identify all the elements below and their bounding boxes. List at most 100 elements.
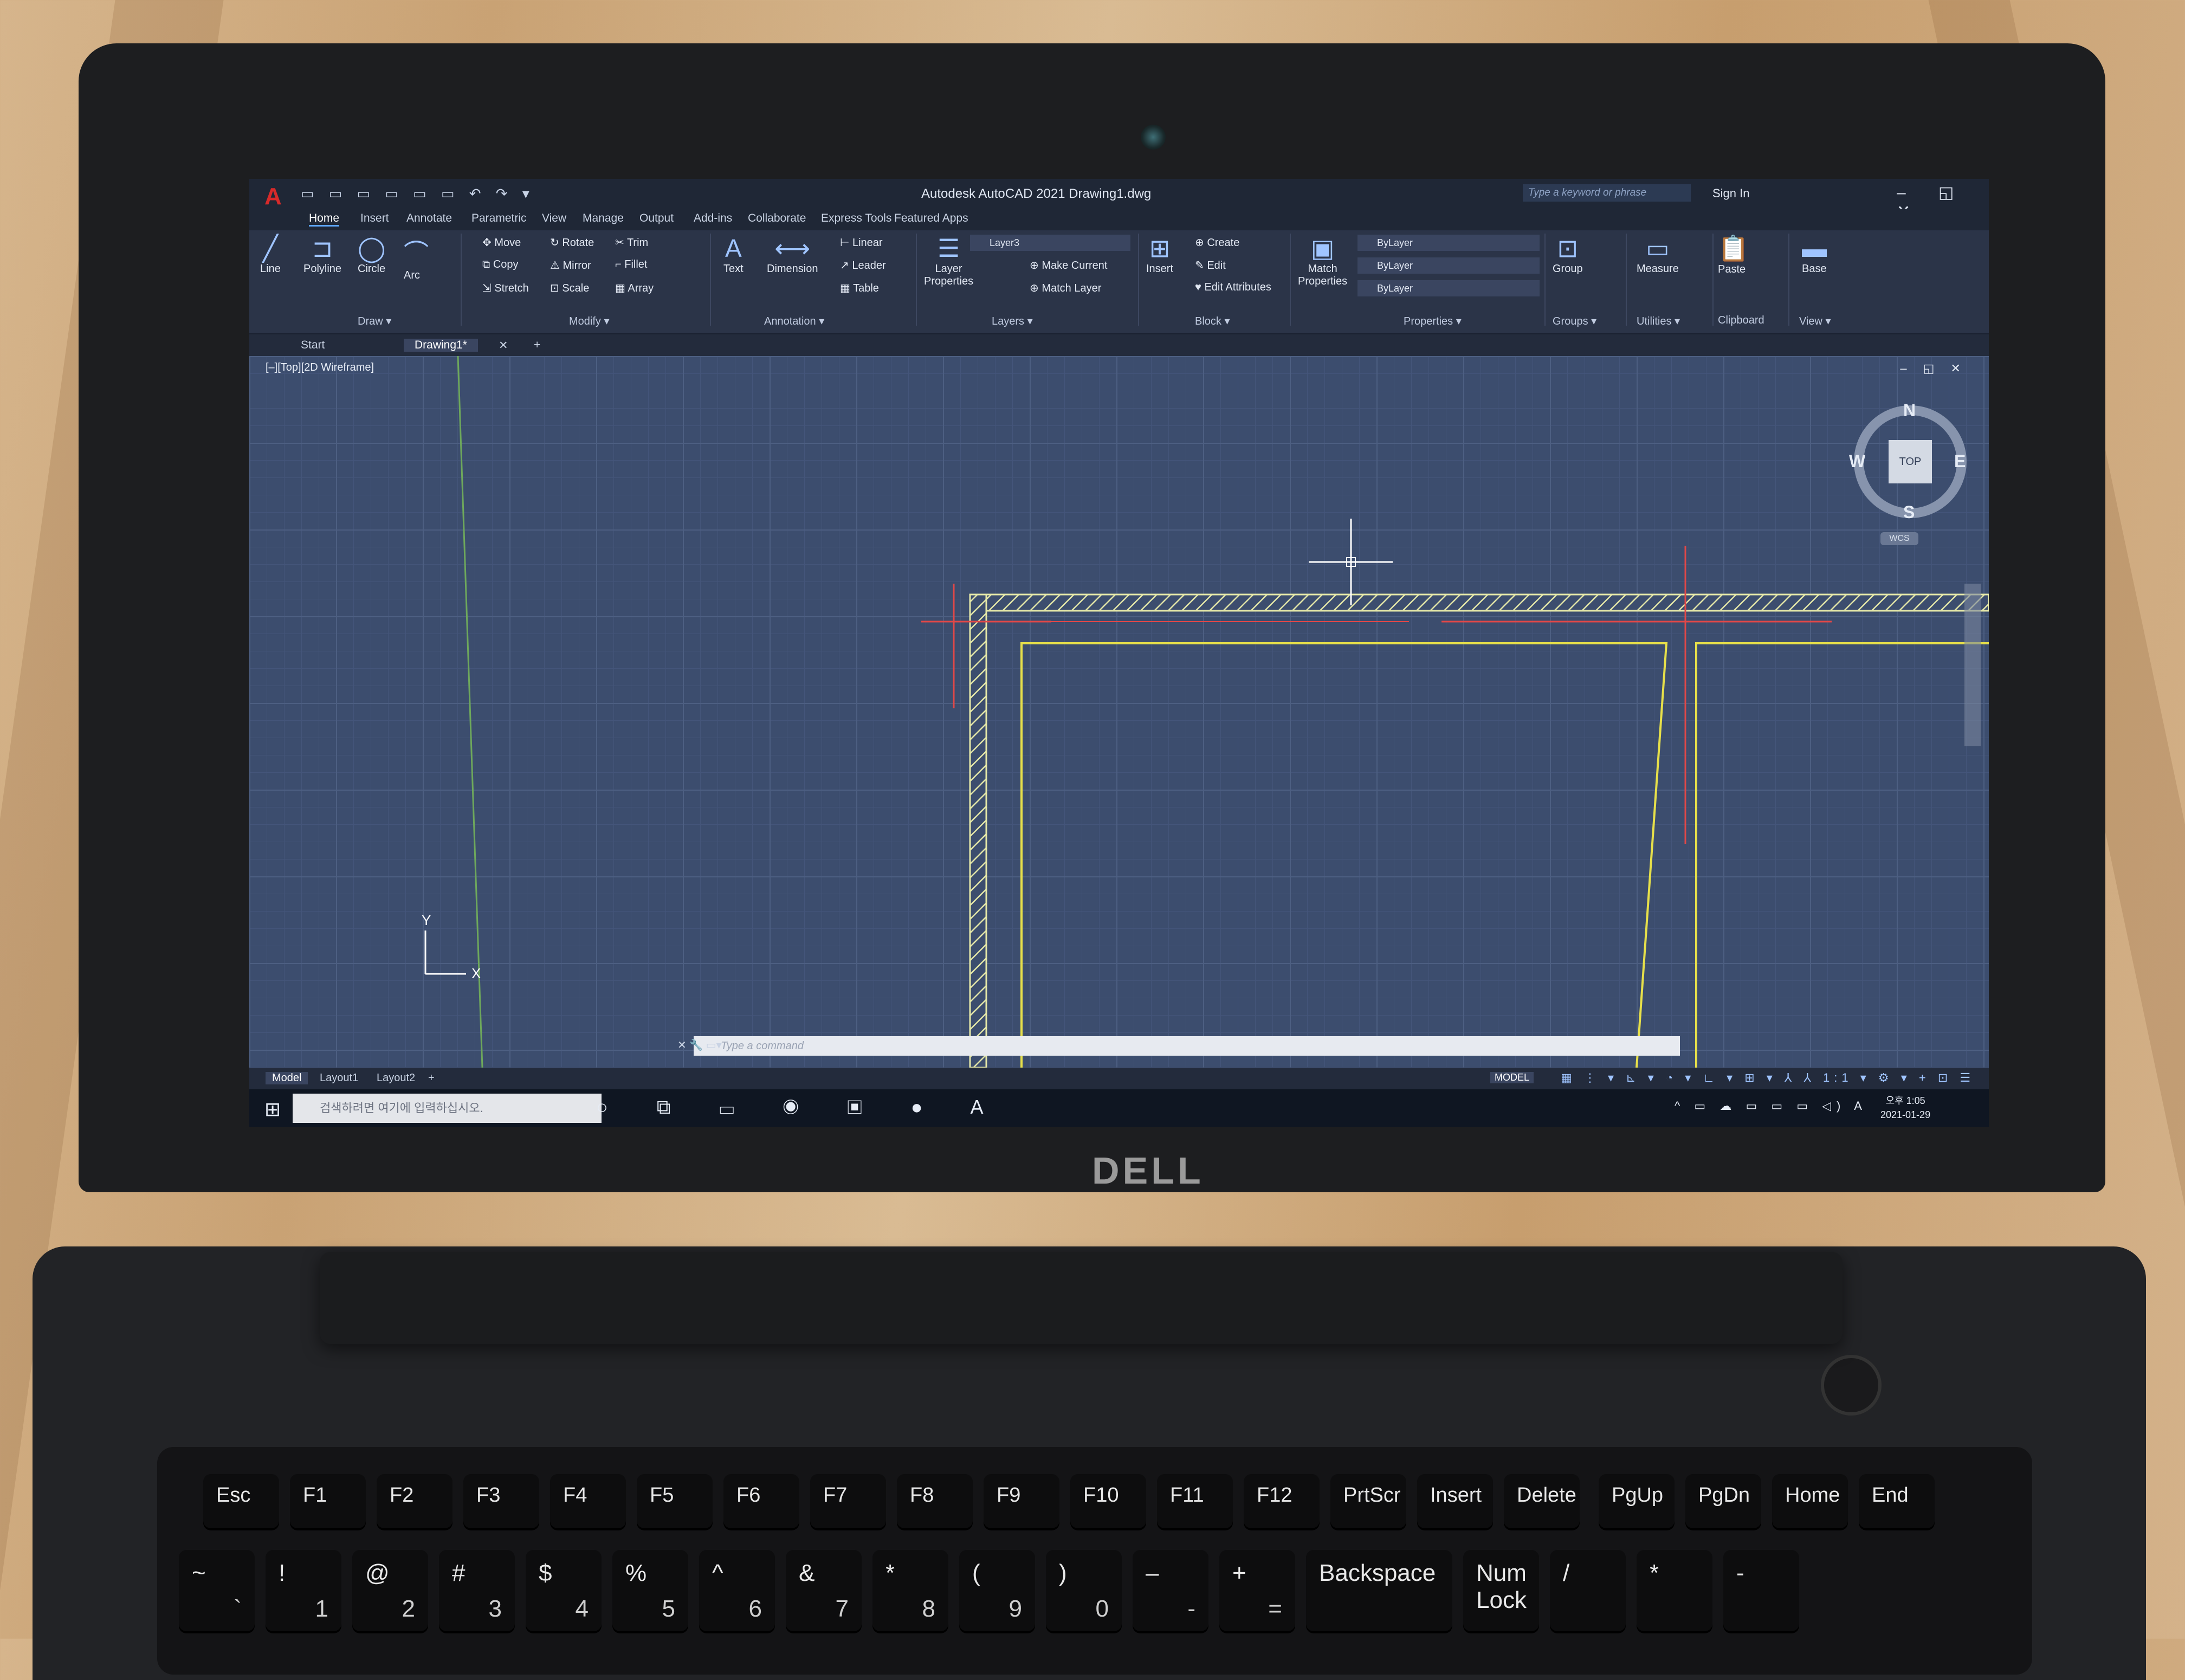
layout-tab-model[interactable]: Model: [266, 1072, 308, 1084]
key-f4[interactable]: F4: [550, 1474, 626, 1528]
key-row2-15[interactable]: /: [1550, 1550, 1626, 1631]
compass-west[interactable]: W: [1849, 451, 1865, 471]
key-row2-13[interactable]: Backspace: [1306, 1550, 1452, 1631]
tab-annotate[interactable]: Annotate: [406, 212, 452, 225]
stretch-button[interactable]: ⇲ Stretch: [482, 281, 529, 295]
viewcube[interactable]: N S E W TOP WCS: [1848, 399, 1973, 551]
command-line-input[interactable]: Type a command: [694, 1036, 1680, 1056]
panel-title-clipboard[interactable]: Clipboard: [1718, 314, 1764, 327]
key-insert[interactable]: Insert: [1417, 1474, 1493, 1528]
model-space-toggle[interactable]: MODEL: [1490, 1072, 1534, 1083]
arc-button[interactable]: ⌒ Arc: [404, 234, 429, 282]
edit-attributes-button[interactable]: ♥ Edit Attributes: [1195, 281, 1271, 294]
tab-insert[interactable]: Insert: [360, 212, 389, 225]
panel-title-block[interactable]: Block ▾: [1195, 314, 1230, 328]
wcs-menu[interactable]: WCS: [1880, 532, 1918, 545]
key-f6[interactable]: F6: [723, 1474, 799, 1528]
rotate-button[interactable]: ↻ Rotate: [550, 236, 594, 249]
group-button[interactable]: ⊡ Group: [1553, 234, 1583, 275]
panel-title-view[interactable]: View ▾: [1799, 314, 1831, 328]
close-tab-icon[interactable]: ✕: [499, 339, 508, 352]
leader-button[interactable]: ↗ Leader: [840, 259, 886, 272]
key-f7[interactable]: F7: [810, 1474, 886, 1528]
compass-south[interactable]: S: [1903, 502, 1915, 522]
table-button[interactable]: ▦ Table: [840, 281, 879, 295]
layout-tab-layout1[interactable]: Layout1: [320, 1072, 358, 1084]
lineweight-dropdown[interactable]: ByLayer: [1357, 280, 1540, 296]
key-pgup[interactable]: PgUp: [1599, 1474, 1675, 1528]
fillet-button[interactable]: ⌐ Fillet: [615, 259, 647, 271]
base-view-button[interactable]: ▬ Base: [1802, 234, 1827, 275]
viewport-controls[interactable]: – ◱ ✕: [1900, 361, 1967, 376]
key-row2-16[interactable]: *: [1637, 1550, 1712, 1631]
tab-view[interactable]: View: [542, 212, 566, 225]
tab-manage[interactable]: Manage: [583, 212, 624, 225]
panel-title-annotation[interactable]: Annotation ▾: [764, 314, 824, 328]
key-row2-5[interactable]: % 5: [612, 1550, 688, 1631]
polyline-button[interactable]: ⊐ Polyline: [303, 234, 341, 275]
mirror-button[interactable]: ⚠ Mirror: [550, 259, 591, 272]
scale-button[interactable]: ⊡ Scale: [550, 281, 589, 295]
help-search-input[interactable]: Type a keyword or phrase: [1523, 184, 1691, 202]
dimension-button[interactable]: ⟷ Dimension: [767, 234, 818, 275]
copy-button[interactable]: ⧉ Copy: [482, 259, 519, 271]
panel-title-layers[interactable]: Layers ▾: [992, 314, 1033, 328]
panel-title-groups[interactable]: Groups ▾: [1553, 314, 1596, 328]
key-delete[interactable]: Delete: [1504, 1474, 1580, 1528]
key-pgdn[interactable]: PgDn: [1685, 1474, 1761, 1528]
key-f2[interactable]: F2: [377, 1474, 452, 1528]
linear-button[interactable]: ⊢ Linear: [840, 236, 883, 249]
sign-in-button[interactable]: Sign In: [1712, 186, 1750, 201]
key-row2-6[interactable]: ^ 6: [699, 1550, 775, 1631]
tab-express-tools[interactable]: Express Tools: [821, 212, 891, 225]
panel-title-properties[interactable]: Properties ▾: [1404, 314, 1462, 328]
key-row2-4[interactable]: $4: [526, 1550, 602, 1631]
panel-title-modify[interactable]: Modify ▾: [569, 314, 610, 328]
key-row2-12[interactable]: + =: [1219, 1550, 1295, 1631]
array-button[interactable]: ▦ Array: [615, 281, 654, 295]
drawing-viewport[interactable]: Y X [–][Top][2D Wireframe] – ◱ ✕ N S E W…: [249, 356, 1989, 1068]
key-row2-9[interactable]: (9: [959, 1550, 1035, 1631]
line-button[interactable]: ╱ Line: [260, 234, 281, 275]
layer-dropdown[interactable]: Layer3: [970, 235, 1130, 251]
autocad-logo-icon[interactable]: A: [264, 183, 282, 210]
text-button[interactable]: A Text: [723, 234, 744, 275]
key-f3[interactable]: F3: [463, 1474, 539, 1528]
move-button[interactable]: ✥ Move: [482, 236, 521, 249]
key-esc[interactable]: Esc: [203, 1474, 279, 1528]
system-tray[interactable]: ^ ▭ ☁ ▭ ▭ ▭ ◁) A: [1675, 1099, 1867, 1113]
key-row2-3[interactable]: #3: [439, 1550, 515, 1631]
panel-title-utilities[interactable]: Utilities ▾: [1637, 314, 1680, 328]
make-current-button[interactable]: ⊕ Make Current: [1030, 259, 1107, 272]
key-row2-10[interactable]: ) 0: [1046, 1550, 1122, 1631]
edit-block-button[interactable]: ✎ Edit: [1195, 259, 1226, 272]
key-home[interactable]: Home: [1772, 1474, 1848, 1528]
power-button[interactable]: [1821, 1355, 1882, 1416]
taskbar-pinned-apps[interactable]: ○ ⧉ ▭ ◉ ▣ ● A: [596, 1096, 1005, 1119]
status-bar-tools[interactable]: ▦ ⋮ ▾ ⊾ ▾ ◔ ▾ ∟ ▾ ⊞ ▾ ⅄ ⅄ 1:1 ▾ ⚙ ▾ + ⊡ …: [1561, 1071, 1975, 1085]
insert-button[interactable]: ⊞ Insert: [1146, 234, 1173, 275]
tab-featured-apps[interactable]: Featured Apps: [894, 212, 968, 225]
tab-drawing1[interactable]: Drawing1*: [404, 339, 478, 352]
tab-home[interactable]: Home: [309, 212, 340, 227]
tab-add-ins[interactable]: Add-ins: [694, 212, 732, 225]
new-tab-button[interactable]: +: [534, 339, 540, 352]
layout-tab-layout2[interactable]: Layout2: [377, 1072, 415, 1084]
compass-north[interactable]: N: [1903, 400, 1916, 421]
windows-search-input[interactable]: 검색하려면 여기에 입력하십시오.: [293, 1094, 602, 1123]
key-f12[interactable]: F12: [1244, 1474, 1320, 1528]
taskbar-clock[interactable]: 오후 1:05 2021-01-29: [1880, 1094, 1930, 1122]
create-block-button[interactable]: ⊕ Create: [1195, 236, 1239, 249]
key-row2-14[interactable]: Num Lock: [1463, 1550, 1539, 1631]
viewport-label[interactable]: [–][Top][2D Wireframe]: [266, 361, 374, 374]
key-row2-0[interactable]: ~ `: [179, 1550, 255, 1631]
key-f1[interactable]: F1: [290, 1474, 366, 1528]
tab-output[interactable]: Output: [639, 212, 674, 225]
color-dropdown[interactable]: ByLayer: [1357, 235, 1540, 251]
key-f5[interactable]: F5: [637, 1474, 713, 1528]
key-f10[interactable]: F10: [1070, 1474, 1146, 1528]
key-row2-8[interactable]: * 8: [872, 1550, 948, 1631]
command-line-icons[interactable]: ✕ 🔧 ▭▾: [677, 1038, 722, 1052]
circle-button[interactable]: ◯ Circle: [358, 234, 385, 275]
layer-properties-button[interactable]: ☰ Layer Properties: [924, 234, 973, 288]
